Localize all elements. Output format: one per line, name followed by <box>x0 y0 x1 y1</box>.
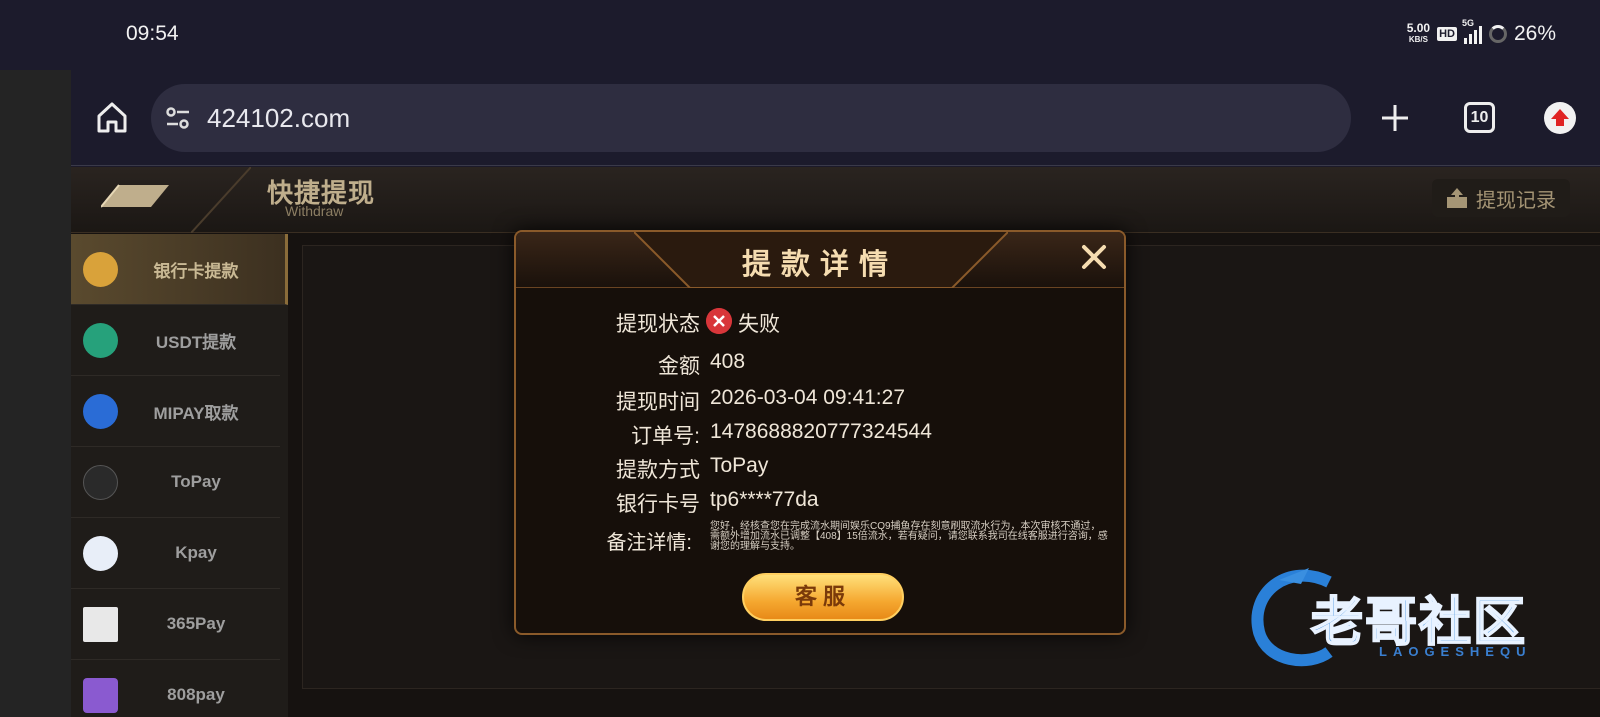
amount-value: 408 <box>710 350 746 373</box>
battery-icon <box>1488 25 1507 43</box>
tab-switcher-button[interactable]: 10 <box>1464 102 1495 133</box>
order-label: 订单号: <box>631 425 700 448</box>
browser-toolbar: 424102.com 10 <box>71 70 1600 166</box>
left-edge-panel <box>0 70 71 717</box>
365pay-icon <box>83 607 118 642</box>
method-row: 提款方式 ToPay <box>516 454 1124 484</box>
address-bar[interactable]: 424102.com <box>151 84 1351 152</box>
mipay-icon <box>83 394 118 429</box>
note-label: 备注详情: <box>606 532 692 554</box>
amount-label: 金额 <box>658 355 700 378</box>
method-label: 提款方式 <box>616 459 700 482</box>
card-row: 银行卡号 tp6****77da <box>516 488 1124 518</box>
status-value: 失败 <box>738 313 780 336</box>
withdraw-page: 快捷提现 Withdraw 提现记录 银行卡提款 USDT提款 MIPAY取款 … <box>71 167 1600 717</box>
sidebar-item-label: 808pay <box>167 685 225 704</box>
close-icon[interactable] <box>1081 244 1107 270</box>
sidebar-item-label: 银行卡提款 <box>153 261 239 281</box>
time-value: 2026-03-04 09:41:27 <box>710 386 905 409</box>
time-row: 提现时间 2026-03-04 09:41:27 <box>516 386 1124 416</box>
status-label: 提现状态 <box>616 313 700 336</box>
kpay-icon <box>83 536 118 571</box>
note-row: 备注详情: 您好，经核查您在完成流水期间娱乐CQ9捕鱼存在刻意刷取流水行为，本次… <box>516 522 1124 556</box>
sidebar-item-365pay[interactable]: 365Pay <box>71 589 280 660</box>
time-label: 提现时间 <box>616 391 700 414</box>
signal-icon: 5G <box>1462 18 1482 44</box>
sidebar-item-label: USDT提款 <box>155 332 237 352</box>
fail-icon <box>706 308 732 334</box>
808pay-icon <box>83 678 118 713</box>
note-value: 您好，经核查您在完成流水期间娱乐CQ9捕鱼存在刻意刷取流水行为，本次审核不通过，… <box>710 521 1108 552</box>
sidebar-item-label: ToPay <box>171 472 221 491</box>
amount-row: 金额 408 <box>516 350 1124 380</box>
sidebar-item-label: 365Pay <box>166 614 226 633</box>
status-bar: 09:54 5.00 KB/S HD 5G 26% <box>0 0 1600 70</box>
dialog-title: 提款详情 <box>741 249 898 281</box>
sidebar-item-bank-card[interactable]: 银行卡提款 <box>71 234 288 305</box>
sidebar-item-label: Kpay <box>175 543 217 562</box>
sidebar-item-usdt[interactable]: USDT提款 <box>71 305 280 376</box>
network-speed: 5.00 KB/S <box>1406 21 1431 44</box>
sidebar-item-label: MIPAY取款 <box>153 403 239 423</box>
order-value: 1478688820777324544 <box>710 420 932 443</box>
sidebar-item-mipay[interactable]: MIPAY取款 <box>71 376 280 447</box>
dialog-header: 提款详情 <box>516 232 1124 288</box>
method-value: ToPay <box>710 454 769 477</box>
page-header: 快捷提现 Withdraw 提现记录 <box>71 167 1600 233</box>
watermark-subtext: LAOGESHEQU <box>1379 644 1532 659</box>
withdraw-detail-dialog: 提款详情 提现状态 失败 金额 408 提现时间 2026-03-04 09:4… <box>514 230 1126 635</box>
bank-card-icon <box>83 252 118 287</box>
tether-icon <box>83 323 118 358</box>
record-label: 提现记录 <box>1476 189 1556 212</box>
withdraw-record-button[interactable]: 提现记录 <box>1432 179 1570 217</box>
update-icon[interactable] <box>1544 102 1576 134</box>
clock: 09:54 <box>126 22 179 45</box>
url-text: 424102.com <box>207 103 351 133</box>
home-icon[interactable] <box>95 100 129 134</box>
customer-service-button[interactable]: 客服 <box>742 573 904 621</box>
hd-icon: HD <box>1437 27 1457 41</box>
back-icon[interactable] <box>101 181 171 211</box>
card-value: tp6****77da <box>710 488 819 511</box>
status-row: 提现状态 失败 <box>516 308 1124 338</box>
watermark-logo: 老哥社区 LAOGESHEQU <box>1249 562 1583 672</box>
new-tab-icon[interactable] <box>1379 102 1411 134</box>
card-label: 银行卡号 <box>616 493 700 516</box>
battery-level: 26% <box>1513 22 1556 45</box>
site-settings-icon[interactable] <box>165 106 191 130</box>
sidebar-item-topay[interactable]: ToPay <box>71 447 280 518</box>
record-icon <box>1447 188 1467 208</box>
sidebar-item-kpay[interactable]: Kpay <box>71 518 280 589</box>
order-row: 订单号: 1478688820777324544 <box>516 420 1124 450</box>
status-icons: 5.00 KB/S HD 5G 26% <box>1406 18 1556 46</box>
topay-icon <box>83 465 118 500</box>
header-divider <box>191 167 251 233</box>
page-subtitle: Withdraw <box>285 203 344 219</box>
sidebar-item-808pay[interactable]: 808pay <box>71 660 280 717</box>
payment-method-sidebar: 银行卡提款 USDT提款 MIPAY取款 ToPay Kpay 365Pay 8… <box>71 234 288 717</box>
